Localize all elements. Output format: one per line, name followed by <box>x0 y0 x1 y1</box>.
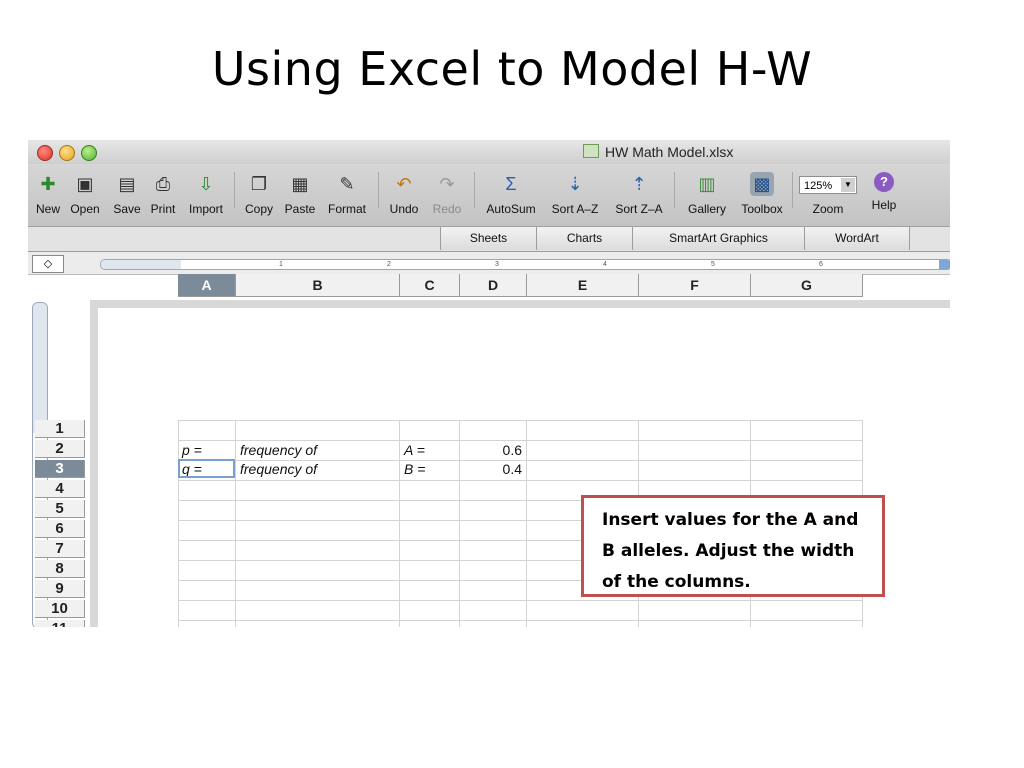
column-header-b[interactable]: B <box>236 274 400 297</box>
import-icon: ⇩ <box>198 174 214 194</box>
copy-button[interactable]: ❐ Copy <box>240 168 278 224</box>
tab-charts[interactable]: Charts <box>536 227 632 250</box>
cell-c2[interactable]: A = <box>404 440 425 460</box>
sort-za-icon: ⇡ <box>631 174 647 194</box>
ruler-bar: ◇ 1 2 3 4 5 6 <box>28 252 950 275</box>
tab-wordart[interactable]: WordArt <box>804 227 910 250</box>
column-header-g[interactable]: G <box>751 274 863 297</box>
column-header-a[interactable]: A <box>178 274 236 297</box>
format-button[interactable]: ✎ Format <box>322 168 372 224</box>
toolbox-icon: ▩ <box>750 172 774 196</box>
paste-button[interactable]: ▦ Paste <box>280 168 320 224</box>
help-icon: ? <box>874 172 894 192</box>
name-box-toggle[interactable]: ◇ <box>32 255 64 273</box>
open-button[interactable]: ▣ Open <box>66 168 104 224</box>
zoom-window-button[interactable] <box>81 145 97 161</box>
save-button[interactable]: ▤ Save <box>110 168 144 224</box>
ruler-number: 6 <box>819 261 823 268</box>
title-bar: HW Math Model.xlsx <box>28 140 950 164</box>
standard-toolbar: ✚ New ▣ Open ▤ Save ⎙ Print ⇩ Import ❐ Copy ▦ P… <box>28 164 950 227</box>
new-document-icon: ✚ <box>40 174 56 194</box>
tab-smartart-graphics[interactable]: SmartArt Graphics <box>632 227 804 250</box>
ruler-number: 1 <box>279 261 283 268</box>
grid-line <box>526 420 527 627</box>
grid-line <box>399 420 400 627</box>
format-brush-icon: ✎ <box>339 174 355 194</box>
row-header-8[interactable]: 8 <box>35 560 85 578</box>
zoom-control[interactable]: 125% ▼ Zoom <box>796 168 860 224</box>
spreadsheet-document-icon <box>583 144 599 158</box>
grid-line <box>235 420 236 627</box>
ruler-scroll-handle[interactable] <box>939 260 950 269</box>
toolbar-separator <box>674 172 675 208</box>
row-header-9[interactable]: 9 <box>35 580 85 598</box>
row-header-10[interactable]: 10 <box>35 600 85 618</box>
ruler-number: 3 <box>495 261 499 268</box>
row-header-6[interactable]: 6 <box>35 520 85 538</box>
sort-az-icon: ⇣ <box>567 174 583 194</box>
print-button[interactable]: ⎙ Print <box>146 168 180 224</box>
open-folder-icon: ▣ <box>76 174 94 194</box>
cell-c3[interactable]: B = <box>404 459 425 479</box>
column-header-f[interactable]: F <box>639 274 751 297</box>
cell-d3[interactable]: 0.4 <box>460 459 522 479</box>
ruler-margin <box>33 303 47 433</box>
help-button[interactable]: ? Help <box>864 168 904 224</box>
sort-a-z-button[interactable]: ⇣ Sort A–Z <box>544 168 606 224</box>
row-header-11[interactable]: 11 <box>35 620 85 627</box>
minimize-window-button[interactable] <box>59 145 75 161</box>
toolbar-separator <box>234 172 235 208</box>
save-icon: ▤ <box>118 174 136 194</box>
diamond-icon: ◇ <box>43 258 53 270</box>
redo-button[interactable]: ↷ Redo <box>428 168 466 224</box>
ruler-number: 5 <box>711 261 715 268</box>
new-button[interactable]: ✚ New <box>32 168 64 224</box>
close-window-button[interactable] <box>37 145 53 161</box>
cell-d2[interactable]: 0.6 <box>460 440 522 460</box>
paste-icon: ▦ <box>291 174 309 194</box>
zoom-select[interactable]: 125% ▼ <box>799 176 857 194</box>
autosum-button[interactable]: Σ AutoSum <box>480 168 542 224</box>
gallery-icon: ▥ <box>698 174 716 194</box>
printer-icon: ⎙ <box>155 174 171 194</box>
sort-z-a-button[interactable]: ⇡ Sort Z–A <box>608 168 670 224</box>
toolbar-separator <box>792 172 793 208</box>
active-cell-a3[interactable] <box>178 459 235 478</box>
copy-icon: ❐ <box>250 174 268 194</box>
instruction-callout: Insert values for the A and B alleles. A… <box>581 495 885 597</box>
ruler-number: 2 <box>387 261 391 268</box>
row-header-5[interactable]: 5 <box>35 500 85 518</box>
undo-icon: ↶ <box>396 174 412 194</box>
slide-title: Using Excel to Model H-W <box>211 42 813 96</box>
row-header-7[interactable]: 7 <box>35 540 85 558</box>
row-header-3[interactable]: 3 <box>35 460 85 478</box>
gallery-button[interactable]: ▥ Gallery <box>680 168 734 224</box>
toolbar-separator <box>378 172 379 208</box>
row-header-4[interactable]: 4 <box>35 480 85 498</box>
ribbon-tab-bar: Sheets Charts SmartArt Graphics WordArt <box>28 227 950 252</box>
grid-line <box>178 420 179 627</box>
row-header-2[interactable]: 2 <box>35 440 85 458</box>
sigma-icon: Σ <box>505 174 517 194</box>
column-header-e[interactable]: E <box>527 274 639 297</box>
row-header-1[interactable]: 1 <box>35 420 85 438</box>
column-header-c[interactable]: C <box>400 274 460 297</box>
cell-a2[interactable]: p = <box>182 440 202 460</box>
cell-b3[interactable]: frequency of <box>240 459 317 479</box>
redo-icon: ↷ <box>439 174 455 194</box>
window-title: HW Math Model.xlsx <box>583 144 733 160</box>
import-button[interactable]: ⇩ Import <box>182 168 230 224</box>
toolbox-button[interactable]: ▩ Toolbox <box>734 168 790 224</box>
ruler-margin <box>101 260 181 269</box>
column-header-d[interactable]: D <box>460 274 527 297</box>
toolbar-separator <box>474 172 475 208</box>
chevron-down-icon: ▼ <box>841 178 855 192</box>
undo-button[interactable]: ↶ Undo <box>384 168 424 224</box>
ruler-number: 4 <box>603 261 607 268</box>
tab-sheets[interactable]: Sheets <box>440 227 536 250</box>
horizontal-ruler: 1 2 3 4 5 6 <box>100 259 950 270</box>
cell-b2[interactable]: frequency of <box>240 440 317 460</box>
